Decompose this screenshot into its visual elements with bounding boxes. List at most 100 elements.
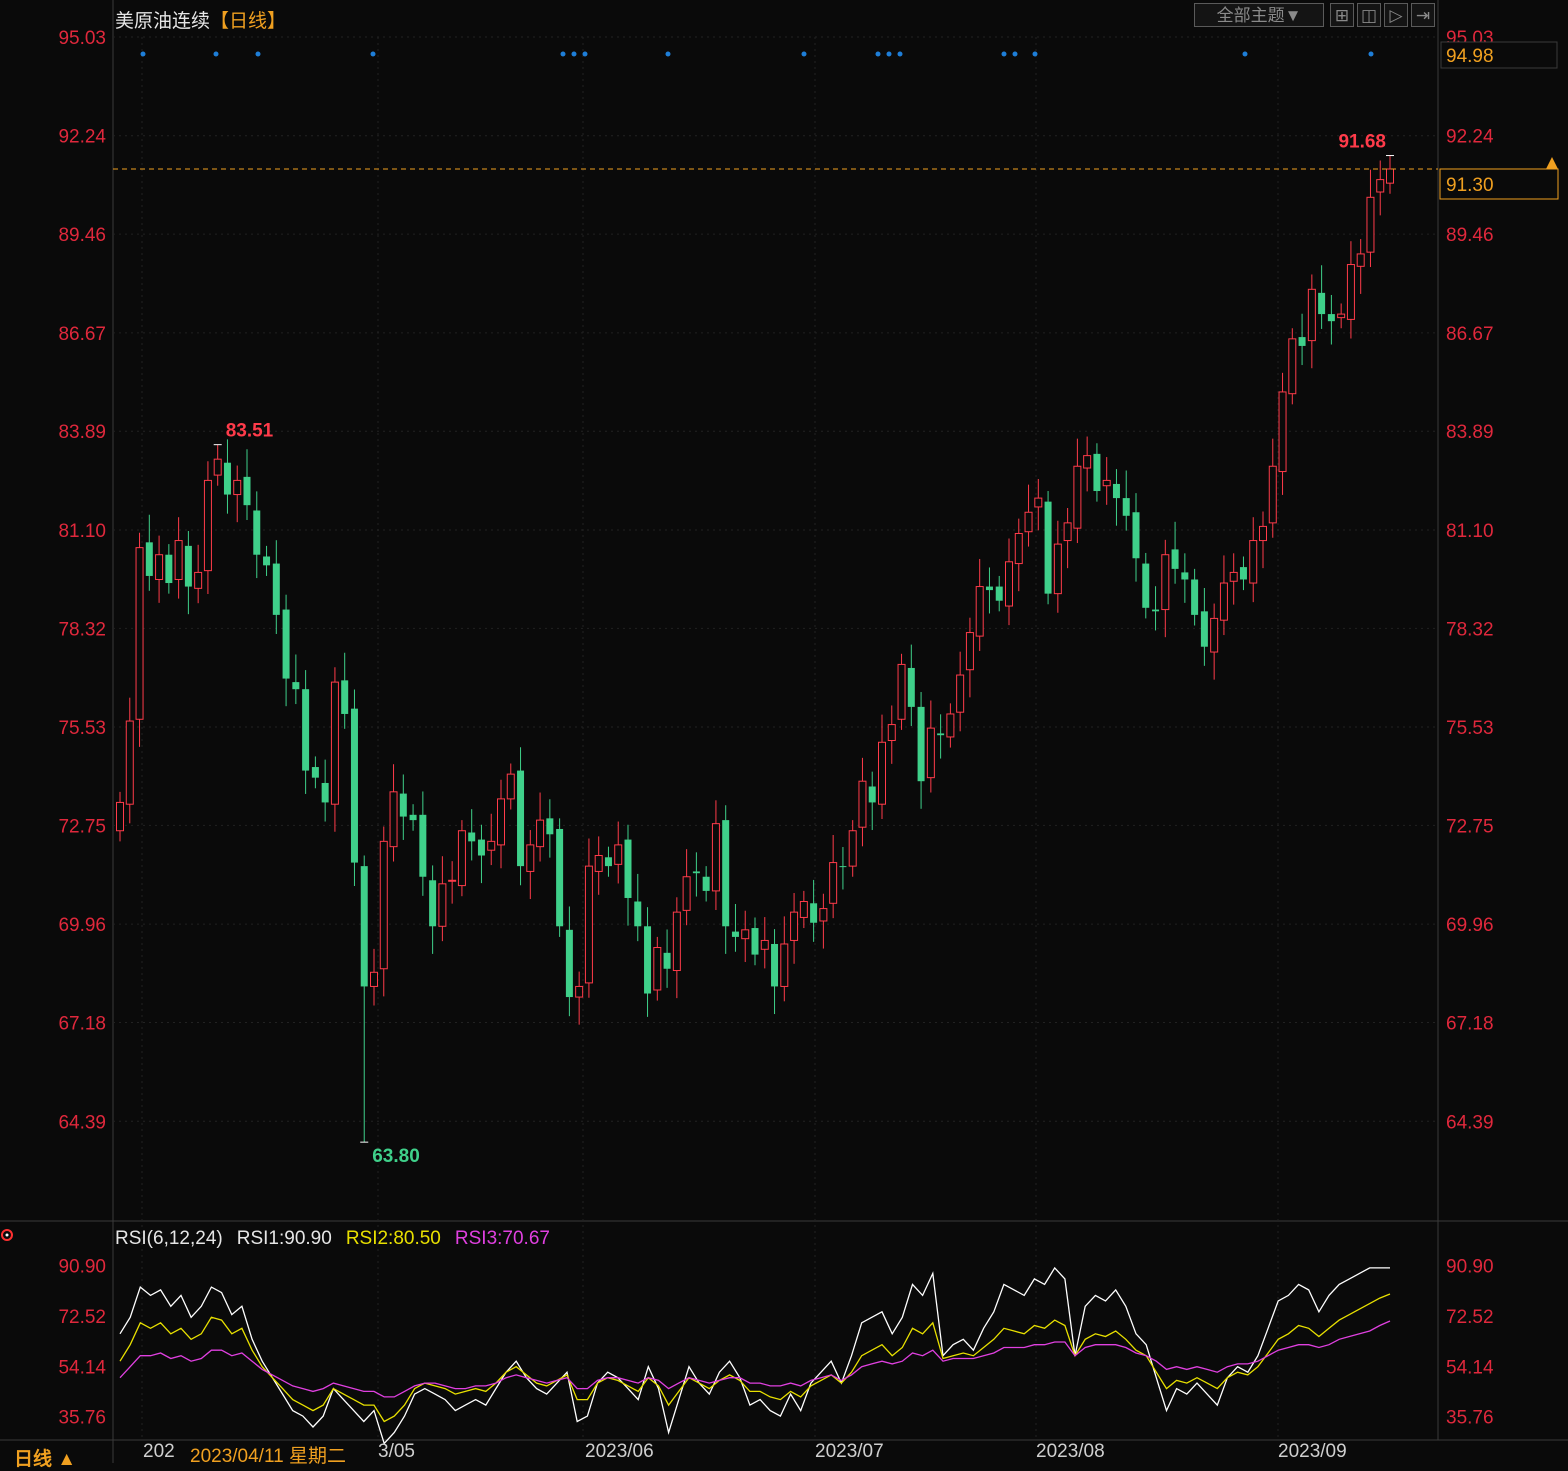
candle-body: [702, 876, 710, 891]
window-play-icon[interactable]: ▷: [1384, 3, 1408, 27]
candle-body: [477, 839, 485, 856]
candle-body: [878, 741, 886, 805]
candle-body: [731, 931, 739, 937]
rsi-legend: RSI(6,12,24) RSI1:90.90 RSI2:80.50 RSI3:70.…: [115, 1228, 564, 1250]
candle-body: [711, 823, 720, 892]
candle-body: [116, 801, 124, 832]
price-tick-left: 69.96: [58, 915, 106, 936]
candle-body: [233, 479, 242, 496]
layout-grid-icon[interactable]: ⊞: [1330, 3, 1354, 27]
candle-body: [213, 458, 222, 476]
candle-body: [174, 540, 183, 580]
candle-body: [253, 510, 261, 555]
candle-body: [799, 901, 808, 918]
candle-body: [1063, 522, 1072, 542]
candle-body: [1298, 337, 1306, 346]
candle-body: [1278, 391, 1287, 473]
candle-body: [1356, 253, 1365, 267]
price-tick-right: 67.18: [1446, 1014, 1494, 1035]
candle-body: [672, 911, 681, 972]
candle-body: [1288, 338, 1297, 395]
candle-body: [1268, 465, 1277, 524]
candle-body: [438, 883, 447, 927]
rsi-tick-right: 72.52: [1446, 1307, 1494, 1328]
rsi2-value: RSI2:80.50: [345, 1228, 441, 1249]
candle-body: [829, 862, 838, 904]
mid-high-annotation: 83.51: [226, 421, 274, 442]
candle-body: [1093, 453, 1101, 492]
price-tick-right: 64.39: [1446, 1112, 1494, 1133]
price-tick-left: 92.24: [58, 127, 106, 148]
candle-body: [663, 952, 671, 969]
candle-body: [819, 908, 828, 922]
price-tick-right: 72.75: [1446, 816, 1494, 837]
candle-body: [311, 767, 319, 778]
candle-body: [282, 609, 290, 679]
candle-body: [1142, 563, 1150, 608]
candle-body: [975, 586, 984, 637]
candle-body: [653, 947, 662, 991]
candle-body: [194, 571, 203, 589]
candle-body: [780, 943, 789, 987]
x-tick-label: 2023/06: [585, 1441, 654, 1462]
candle-body: [995, 586, 1003, 601]
candle-body: [868, 786, 876, 803]
candle-body: [526, 844, 535, 872]
candle-body: [145, 542, 153, 576]
candle-body: [243, 476, 251, 506]
candle-body: [614, 844, 623, 865]
period-selector[interactable]: 日线 ▲: [14, 1444, 76, 1471]
candle-body: [771, 943, 779, 987]
signal-dot: [886, 51, 892, 57]
cursor-date-readout: 2023/04/11 星期二: [190, 1441, 346, 1468]
candle-body: [457, 830, 466, 887]
candle-body: [419, 814, 427, 877]
candle-body: [125, 720, 134, 805]
candle-body: [1376, 179, 1385, 193]
candle-body: [1122, 498, 1130, 516]
candle-body: [1337, 313, 1346, 319]
candle-body: [1249, 540, 1258, 584]
candle-body: [263, 556, 271, 566]
candle-body: [272, 563, 280, 615]
candle-body: [985, 586, 993, 591]
candle-body: [810, 903, 818, 923]
candle-body: [565, 929, 573, 998]
price-tick-right: 92.24: [1446, 127, 1494, 148]
rsi-title: RSI(6,12,24): [115, 1228, 223, 1249]
rsi-tick-left: 72.52: [58, 1307, 106, 1328]
target-icon[interactable]: [0, 1228, 14, 1242]
x-tick-label: 202: [143, 1441, 175, 1462]
window-split-icon[interactable]: ◫: [1357, 3, 1381, 27]
signal-dot: [1242, 51, 1248, 57]
price-tick-right: 69.96: [1446, 915, 1494, 936]
candle-body: [887, 724, 896, 742]
candle-body: [556, 828, 564, 927]
candle-body: [1181, 572, 1189, 580]
candle-body: [321, 782, 329, 803]
price-tick-left: 67.18: [58, 1014, 106, 1035]
candle-body: [722, 820, 730, 927]
candle-body: [1073, 465, 1082, 529]
candle-body: [741, 929, 750, 940]
x-tick-label: 2023/07: [815, 1441, 884, 1462]
rsi-tick-right: 35.76: [1446, 1408, 1494, 1429]
last-price-value: 91.30: [1446, 175, 1494, 196]
candle-body: [409, 814, 417, 821]
candle-body: [965, 632, 974, 671]
candle-body: [379, 840, 388, 970]
theme-dropdown[interactable]: 全部主题▼: [1194, 3, 1324, 27]
candle-body: [1259, 525, 1267, 542]
candle-body: [1307, 288, 1316, 342]
candle-body: [692, 871, 700, 874]
candle-body: [350, 708, 358, 863]
candle-body: [1219, 582, 1228, 621]
candle-body: [370, 971, 378, 987]
window-expand-icon[interactable]: ⇥: [1411, 3, 1435, 27]
last-price-arrow-icon: [1546, 156, 1558, 169]
candle-body: [594, 855, 603, 872]
candle-body: [624, 839, 632, 898]
candle-body: [956, 674, 965, 713]
candle-body: [1053, 543, 1062, 595]
candle-body: [1366, 196, 1375, 253]
